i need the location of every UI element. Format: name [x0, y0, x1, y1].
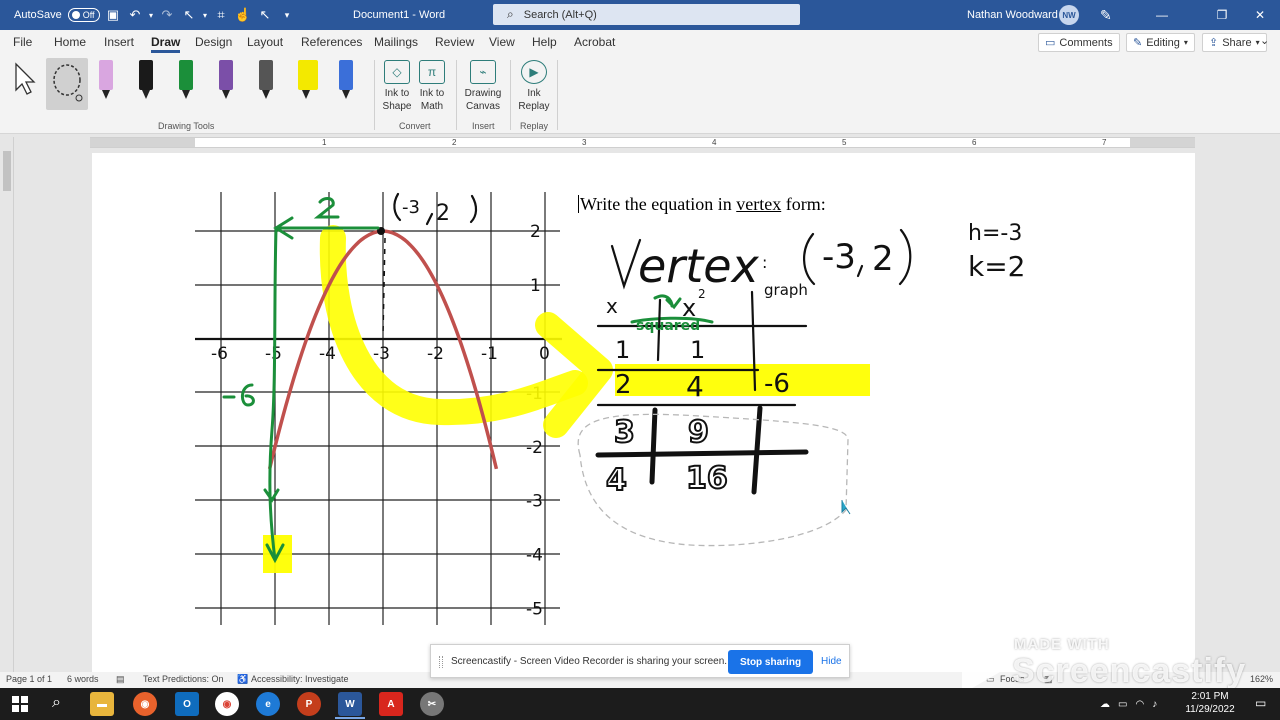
- green-handwriting: squared: [636, 318, 700, 334]
- text-cursor: [578, 195, 579, 213]
- chrome-icon[interactable]: ◉: [215, 692, 239, 716]
- doc-text-underlined: vertex: [736, 194, 782, 214]
- word-window: AutoSave Off ▣ ↶ ▾ ↷ ↖ ▾ ⌗ ☝ ↖ ▾ Documen…: [0, 0, 1280, 720]
- wifi-icon[interactable]: ◠: [1135, 699, 1144, 710]
- file-explorer-icon[interactable]: ▬: [90, 692, 114, 716]
- ink-canvas: -6 -5 -4 -3 -2 -1 021-1-2-3-4-5 -3 2 ert…: [195, 192, 1026, 625]
- y-tick-label: 1: [530, 276, 541, 296]
- watermark-made-with: MADE WITH: [1014, 636, 1110, 653]
- svg-text:x: x: [606, 294, 618, 318]
- y-tick-label: -4: [526, 546, 543, 566]
- notifications-icon[interactable]: ▭: [1255, 696, 1266, 710]
- doc-text-after: form:: [781, 194, 826, 214]
- share-message: Screencastify - Screen Video Recorder is…: [451, 655, 728, 667]
- firefox-icon[interactable]: ◉: [133, 692, 157, 716]
- x-tick-label: -4: [319, 344, 336, 364]
- doc-text-before: Write the equation in: [580, 194, 737, 214]
- system-tray: ☁ ▭ ◠ ♪: [1100, 688, 1157, 720]
- windows-taskbar: ⌕ ▬ ◉ O ◉ e P W A ✂ ☁ ▭ ◠ ♪ 2:01 PM 11/2…: [0, 688, 1280, 720]
- onedrive-icon[interactable]: ☁: [1100, 699, 1110, 710]
- page-count[interactable]: Page 1 of 1: [6, 674, 52, 684]
- hide-link[interactable]: Hide: [821, 656, 842, 667]
- svg-text:squared: squared: [636, 318, 700, 334]
- acrobat-icon[interactable]: A: [379, 692, 403, 716]
- clock[interactable]: 2:01 PM 11/29/2022: [1180, 690, 1240, 716]
- proofing-icon[interactable]: ▤: [116, 674, 125, 685]
- outlook-icon[interactable]: O: [175, 692, 199, 716]
- highlight-table-row: [615, 364, 870, 396]
- svg-text:4: 4: [686, 370, 704, 403]
- svg-text:2: 2: [615, 370, 632, 400]
- word-icon[interactable]: W: [338, 692, 362, 716]
- x-tick-label: -2: [427, 344, 444, 364]
- y-tick-label: -5: [526, 600, 543, 620]
- internet-explorer-icon[interactable]: e: [256, 692, 280, 716]
- y-tick-label: -3: [526, 492, 543, 512]
- stop-sharing-button[interactable]: Stop sharing: [728, 650, 813, 674]
- active-app-indicator: [335, 717, 365, 719]
- screen-share-notice: Screencastify - Screen Video Recorder is…: [430, 644, 850, 678]
- powerpoint-icon[interactable]: P: [297, 692, 321, 716]
- svg-text:-3: -3: [402, 197, 420, 218]
- svg-text:ertex: ertex: [638, 239, 760, 293]
- volume-icon[interactable]: ♪: [1152, 699, 1157, 710]
- svg-text:9: 9: [688, 415, 709, 450]
- text-predictions[interactable]: Text Predictions: On: [143, 674, 224, 684]
- search-icon[interactable]: ⌕: [52, 694, 61, 712]
- svg-text:2: 2: [872, 239, 894, 279]
- battery-icon[interactable]: ▭: [1118, 699, 1127, 710]
- drag-handle-icon[interactable]: [439, 656, 443, 668]
- svg-text:16: 16: [686, 461, 728, 496]
- accessibility-icon: ♿: [237, 674, 249, 684]
- y-tick-label: -2: [526, 438, 543, 458]
- svg-text:3: 3: [614, 415, 635, 450]
- windows-start-icon[interactable]: [12, 696, 28, 712]
- document-paragraph[interactable]: Write the equation in vertex form:: [578, 194, 826, 215]
- svg-text:-3: -3: [822, 237, 856, 277]
- svg-text::: :: [762, 253, 767, 272]
- x-tick-label: 0: [539, 344, 550, 364]
- svg-text:4: 4: [606, 463, 627, 498]
- svg-text:graph: graph: [764, 281, 808, 299]
- svg-text:k=2: k=2: [968, 250, 1026, 283]
- svg-text:h=-3: h=-3: [968, 221, 1022, 246]
- screencastify-watermark: MADE WITH Screencastify: [950, 632, 1270, 694]
- svg-text:2: 2: [436, 201, 450, 226]
- x-tick-label: -1: [481, 344, 498, 364]
- watermark-brand: Screencastify: [1012, 652, 1247, 690]
- clock-time: 2:01 PM: [1191, 691, 1229, 702]
- snipping-tool-icon[interactable]: ✂: [420, 692, 444, 716]
- svg-text:1: 1: [615, 336, 630, 364]
- word-count[interactable]: 6 words: [67, 674, 99, 684]
- accessibility-status[interactable]: Accessibility: Investigate: [251, 674, 349, 684]
- svg-text:2: 2: [698, 287, 706, 301]
- x-tick-label: -6: [211, 344, 228, 364]
- y-tick-label: 2: [530, 222, 541, 242]
- x-tick-label: -3: [373, 344, 390, 364]
- svg-text:-6: -6: [764, 369, 790, 399]
- clock-date: 11/29/2022: [1185, 704, 1235, 715]
- svg-text:1: 1: [690, 336, 705, 364]
